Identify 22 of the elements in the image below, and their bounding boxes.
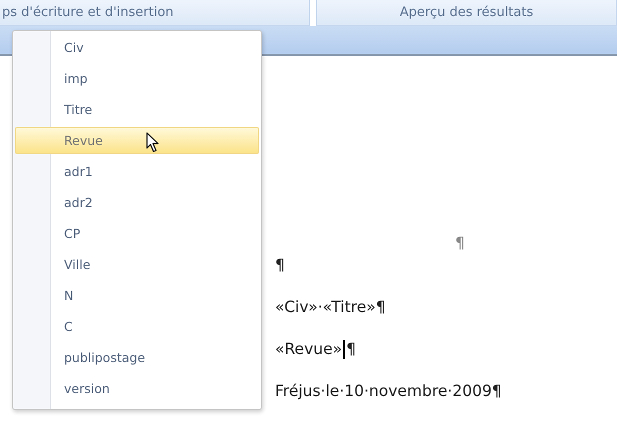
ribbon-group-label: ps d'écriture et d'insertion xyxy=(0,0,310,26)
ribbon-group-label: Aperçu des résultats xyxy=(316,0,617,26)
text-cursor xyxy=(343,340,346,359)
menu-item[interactable]: version xyxy=(15,375,259,402)
document-line: «Civ»·«Titre»¶ xyxy=(275,297,386,318)
menu-item[interactable]: Titre xyxy=(15,96,259,123)
menu-item[interactable]: adr2 xyxy=(15,189,259,216)
menu-item[interactable]: N xyxy=(15,282,259,309)
menu-item[interactable]: publipostage xyxy=(15,344,259,371)
document-line: ¶ xyxy=(275,255,285,276)
menu-item[interactable]: Revue xyxy=(15,127,259,154)
menu-item[interactable]: Civ xyxy=(15,34,259,61)
paragraph-mark: ¶ xyxy=(346,339,356,360)
menu-item[interactable]: adr1 xyxy=(15,158,259,185)
paragraph-mark: ¶ xyxy=(455,233,465,254)
document-line: Fréjus·le·10·novembre·2009¶ xyxy=(275,381,502,402)
mouse-pointer-icon xyxy=(146,132,160,153)
document-line: «Revue» xyxy=(275,339,342,360)
menu-item[interactable]: C xyxy=(15,313,259,340)
menu-item[interactable]: imp xyxy=(15,65,259,92)
menu-item[interactable]: Ville xyxy=(15,251,259,278)
menu-item[interactable]: CP xyxy=(15,220,259,247)
